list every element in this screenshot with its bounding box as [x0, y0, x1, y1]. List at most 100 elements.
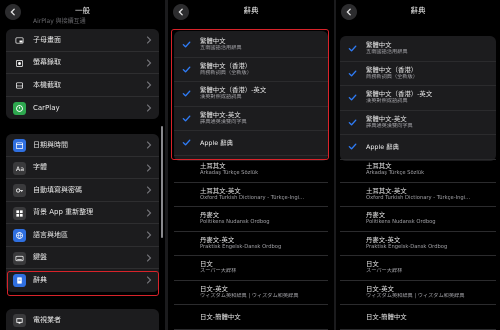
tv-provider-row[interactable]: 電視業者	[6, 309, 159, 330]
dictionary-language: 丹麥文	[200, 211, 220, 219]
dictionary-name: Arkadaş Türkçe Sözlük	[200, 170, 259, 176]
page-title: 辭典	[410, 6, 426, 15]
dictionary-language: 日文	[200, 260, 213, 268]
dictionary-language: 土耳其文-英文	[200, 186, 241, 195]
settings-row[interactable]: 鍵盤	[6, 247, 159, 269]
dictionary-name: Oxford Turkish Dictionary - Türkçe-İngi.…	[200, 194, 305, 201]
other-dictionary-list: 土耳其文 Arkadaş Türkçe Sözlük 土耳其文-英文 Oxford T…	[174, 158, 328, 330]
dictionary-language: 日文-英文	[200, 284, 228, 293]
dictionary-name: Praktisk Engelsk-Dansk Ordbog	[366, 243, 448, 250]
dictionary-item[interactable]: 土耳其文-英文 Oxford Turkish Dictionary - Türkç…	[340, 183, 496, 207]
keyboard-icon	[13, 251, 26, 265]
dictionary-item[interactable]: 土耳其文 Arkadaş Türkçe Sözlük	[174, 158, 328, 183]
row-label: 鍵盤	[33, 253, 47, 262]
row-label: 螢幕錄取	[33, 58, 61, 67]
selected-dictionary-item[interactable]: 繁體中文（香港）-英文 漢英對照成語詞典	[340, 86, 496, 111]
settings-row[interactable]: 本機截取	[6, 74, 159, 97]
dictionary-item[interactable]: 丹麥文-英文 Praktisk Engelsk-Dansk Ordbog	[340, 232, 496, 256]
carplay-icon	[13, 101, 26, 115]
dictionary-language: 日文-簡體中文	[366, 313, 407, 321]
dictionary-name: スーパー大辞林	[366, 268, 403, 274]
dictionary-item[interactable]: 日文 スーパー大辞林	[340, 256, 496, 281]
chevron-right-icon	[146, 141, 152, 149]
checkmark-icon	[348, 143, 357, 150]
font-icon: Aa	[13, 161, 26, 175]
settings-group-display: 子母畫面螢幕錄取本機截取 CarPlay	[6, 29, 159, 119]
dictionary-item[interactable]: 丹麥文 Politikens Nudansk Ordbog	[174, 207, 328, 232]
settings-row[interactable]: 日期與時間	[6, 134, 159, 157]
selected-dictionary-item[interactable]: 繁體中文-英文 譯典通英漢雙向字典	[340, 111, 496, 135]
chevron-right-icon	[146, 81, 152, 89]
dictionary-item[interactable]: 日文-簡體中文	[340, 305, 496, 330]
scrollbar[interactable]	[161, 126, 163, 238]
screen-recording-icon	[13, 56, 26, 70]
row-label: 字體	[33, 163, 47, 172]
row-label: 本機截取	[33, 80, 61, 89]
settings-row[interactable]: Aa 字體	[6, 157, 159, 179]
settings-row[interactable]: 螢幕錄取	[6, 52, 159, 74]
dictionary-name: ウィズダム英和辞典 | ウィズダム和英辞典	[200, 292, 299, 299]
chevron-right-icon	[146, 208, 152, 217]
selected-dictionary-item[interactable]: Apple 辭典	[340, 135, 496, 160]
settings-row[interactable]: 語言與地區	[6, 224, 159, 247]
dictionary-item[interactable]: 日文-英文 ウィズダム英和辞典 | ウィズダム和英辞典	[174, 281, 328, 305]
dictionary-name: Oxford Turkish Dictionary - Türkçe-İngi.…	[366, 194, 471, 201]
dictionary-language: 日文	[366, 260, 379, 268]
dictionary-panel: 辭典 繁體中文 五南國語活用辭典 繁體中文（香港） 商務新詞典（全新版） 繁體中文（香港…	[336, 0, 500, 330]
dictionary-name: Politikens Nudansk Ordbog	[366, 219, 436, 225]
dictionary-item[interactable]: 土耳其文 Arkadaş Türkçe Sözlük	[340, 158, 496, 183]
selected-dictionary-item[interactable]: 繁體中文（香港） 商務新詞典（全新版）	[340, 62, 496, 86]
row-label: 日期與時間	[33, 140, 68, 149]
dictionary-name: 商務新詞典（全新版）	[366, 73, 418, 80]
tv-provider-icon	[13, 314, 26, 327]
settings-row[interactable]: 背景 App 重新整理	[6, 202, 159, 224]
dictionary-language: 日文-英文	[366, 284, 394, 293]
dictionary-item[interactable]: 土耳其文-英文 Oxford Turkish Dictionary - Türkç…	[174, 183, 328, 207]
other-dictionary-list: 土耳其文 Arkadaş Türkçe Sözlük 土耳其文-英文 Oxford T…	[340, 158, 496, 330]
row-label: 背景 App 重新整理	[33, 208, 94, 217]
refresh-icon	[13, 206, 26, 220]
dictionary-language: 日文-簡體中文	[200, 313, 241, 321]
storage-icon	[13, 79, 26, 92]
partial-row-label: AirPlay 與接續互通	[33, 18, 86, 25]
dictionary-name: 漢英對照成語詞典	[366, 98, 408, 104]
highlight-box-selected	[171, 29, 329, 160]
dictionary-name: スーパー大辞林	[200, 268, 237, 274]
dictionary-item[interactable]: 丹麥文-英文 Praktisk Engelsk-Dansk Ordbog	[174, 232, 328, 256]
dictionary-panel-highlighted: 辭典 繁體中文 五南國語活用辭典 繁體中文（香港） 商務新詞典（全新版） 繁體中文（香港…	[168, 0, 334, 330]
settings-row[interactable]: 自動填寫與密碼	[6, 179, 159, 202]
dictionary-language: 土耳其文	[366, 162, 392, 170]
checkmark-icon	[348, 45, 357, 52]
chevron-right-icon	[146, 186, 152, 194]
page-title: 辭典	[243, 6, 259, 15]
dictionary-language: 丹麥文-英文	[366, 235, 401, 244]
dictionary-item[interactable]: 丹麥文 Politikens Nudansk Ordbog	[340, 207, 496, 232]
settings-row[interactable]: CarPlay	[6, 97, 159, 120]
settings-row[interactable]: 子母畫面	[6, 29, 159, 52]
dictionary-name: 五南國語活用辭典	[366, 49, 408, 55]
page-title: 一般	[75, 6, 90, 15]
selected-dictionary-item[interactable]: 繁體中文 五南國語活用辭典	[340, 37, 496, 62]
dictionary-name: 譯典通英漢雙向字典	[366, 122, 413, 129]
chevron-right-icon	[146, 231, 152, 239]
dictionary-language: 丹麥文-英文	[200, 235, 235, 244]
globe-icon	[13, 229, 26, 242]
key-icon	[13, 184, 26, 197]
row-label: 自動填寫與密碼	[33, 185, 82, 194]
dictionary-item[interactable]: 日文-簡體中文	[174, 305, 328, 330]
dictionary-language: 繁體中文（香港）	[366, 65, 418, 74]
dictionary-item[interactable]: 日文 スーパー大辞林	[174, 256, 328, 281]
checkmark-icon	[348, 69, 357, 77]
checkmark-icon	[348, 118, 357, 126]
chevron-right-icon	[146, 163, 152, 172]
picture-in-picture-icon	[13, 34, 26, 47]
calendar-clock-icon	[13, 139, 26, 152]
chevron-right-icon	[146, 103, 152, 112]
chevron-right-icon	[146, 58, 152, 67]
checkmark-icon	[348, 94, 357, 101]
row-label: 子母畫面	[33, 35, 61, 44]
dictionary-language: 繁體中文（香港）-英文	[366, 90, 433, 98]
dictionary-item[interactable]: 日文-英文 ウィズダム英和辞典 | ウィズダム和英辞典	[340, 281, 496, 305]
dictionary-language: 丹麥文	[366, 211, 386, 219]
dictionary-name: Arkadaş Türkçe Sözlük	[366, 170, 425, 176]
